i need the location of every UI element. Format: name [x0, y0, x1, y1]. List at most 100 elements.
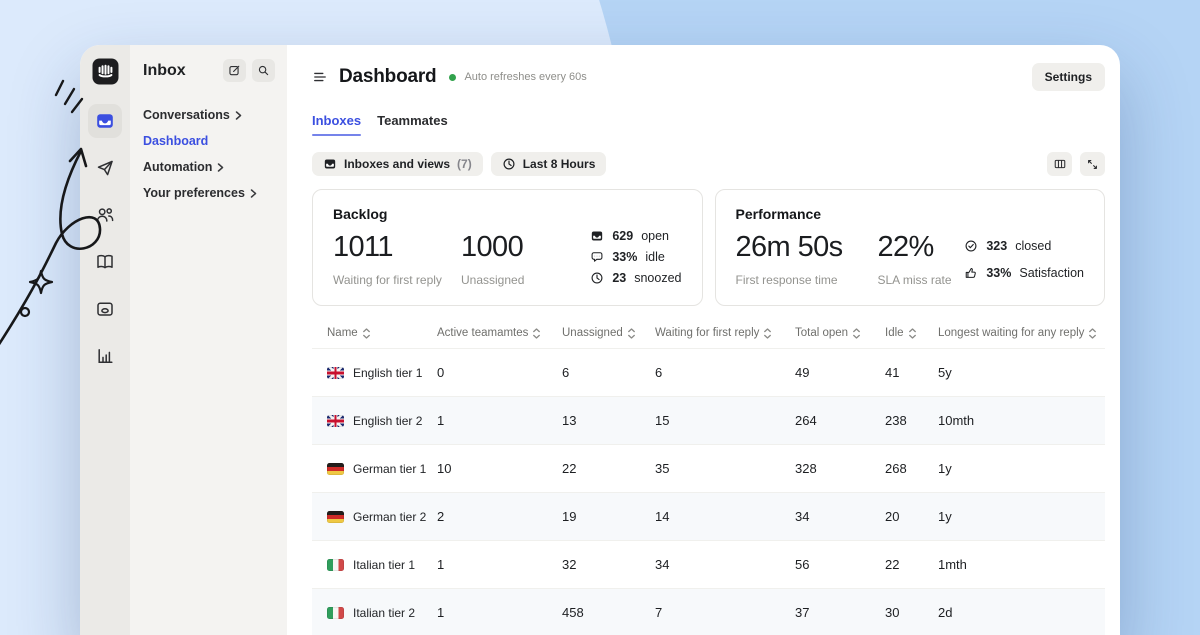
stat-value: 323 — [986, 239, 1007, 253]
cell-unassigned: 22 — [562, 461, 655, 476]
search-icon — [257, 64, 270, 77]
tab-teammates[interactable]: Teammates — [377, 113, 448, 134]
stat-label: SLA miss rate — [878, 273, 952, 287]
paper-plane-icon — [95, 158, 115, 178]
intercom-logo[interactable] — [92, 58, 119, 85]
nav-item-label: Conversations — [143, 108, 230, 122]
flag-icon — [327, 511, 344, 523]
refresh-status: Auto refreshes every 60s — [464, 71, 586, 83]
stat-label: snoozed — [634, 271, 681, 285]
cell-idle: 41 — [885, 365, 938, 380]
cell-unassigned: 458 — [562, 605, 655, 620]
sort-icon — [627, 328, 636, 339]
settings-button[interactable]: Settings — [1032, 63, 1105, 91]
check-circle-icon — [964, 239, 978, 253]
time-range-filter[interactable]: Last 8 Hours — [491, 152, 607, 176]
satisfaction-stat: 33% Satisfaction — [964, 266, 1084, 280]
rail-item-contacts[interactable] — [88, 198, 122, 232]
inbox-name: Italian tier 2 — [353, 606, 415, 620]
clock-icon — [502, 157, 516, 171]
nav-item-automation[interactable]: Automation — [143, 154, 275, 180]
table-row[interactable]: Italian tier 2 1 458 7 37 30 2d — [312, 588, 1105, 635]
open-stat: 629 open — [590, 229, 681, 243]
nav-item-label: Automation — [143, 160, 212, 174]
table-row[interactable]: German tier 1 10 22 35 328 268 1y — [312, 444, 1105, 492]
column-header-longest-waiting[interactable]: Longest waiting for any reply — [938, 327, 1105, 339]
cell-waiting-first-reply: 6 — [655, 365, 795, 380]
column-header-unassigned[interactable]: Unassigned — [562, 327, 655, 339]
filter-row: Inboxes and views (7) Last 8 Hours — [312, 152, 1105, 176]
expand-button[interactable] — [1080, 152, 1105, 176]
cell-waiting-first-reply: 34 — [655, 557, 795, 572]
cell-longest-waiting: 5y — [938, 365, 1105, 380]
stat-value: 23 — [612, 271, 626, 285]
inbox-name: English tier 2 — [353, 414, 422, 428]
closed-stat: 323 closed — [964, 239, 1084, 253]
rail-item-knowledge[interactable] — [88, 245, 122, 279]
table-header: Name Active teamamtes Unassigned Waiting… — [312, 316, 1105, 348]
table-row[interactable]: Italian tier 1 1 32 34 56 22 1mth — [312, 540, 1105, 588]
rail-item-reports[interactable] — [88, 339, 122, 373]
nav-item-your-preferences[interactable]: Your preferences — [143, 180, 275, 206]
sort-icon — [908, 328, 917, 339]
inboxes-and-views-filter[interactable]: Inboxes and views (7) — [312, 152, 483, 176]
cell-idle: 268 — [885, 461, 938, 476]
table-row[interactable]: English tier 1 0 6 6 49 41 5y — [312, 348, 1105, 396]
rail-item-outbound[interactable] — [88, 151, 122, 185]
collapse-sidebar-button[interactable] — [312, 69, 328, 85]
columns-button[interactable] — [1047, 152, 1072, 176]
cell-longest-waiting: 1y — [938, 509, 1105, 524]
columns-icon — [1053, 157, 1067, 171]
menu-icon — [312, 69, 328, 85]
compose-button[interactable] — [223, 59, 246, 82]
stat-value: 33% — [612, 250, 637, 264]
cell-idle: 30 — [885, 605, 938, 620]
column-header-active-teammates[interactable]: Active teamamtes — [437, 327, 562, 339]
cell-waiting-first-reply: 35 — [655, 461, 795, 476]
filter-label: Inboxes and views — [344, 157, 450, 171]
page-title: Dashboard — [339, 66, 436, 88]
dashboard-tabs: Inboxes Teammates — [312, 113, 1105, 134]
table-row[interactable]: English tier 2 1 13 15 264 238 10mth — [312, 396, 1105, 444]
dashboard-main: Dashboard Auto refreshes every 60s Setti… — [287, 45, 1120, 635]
table-row[interactable]: German tier 2 2 19 14 34 20 1y — [312, 492, 1105, 540]
rail-item-inbox[interactable] — [88, 104, 122, 138]
cell-longest-waiting: 10mth — [938, 413, 1105, 428]
cell-active-teammates: 10 — [437, 461, 562, 476]
stat-label: closed — [1015, 239, 1051, 253]
stat-label: idle — [645, 250, 664, 264]
cell-waiting-first-reply: 15 — [655, 413, 795, 428]
column-header-total-open[interactable]: Total open — [795, 327, 885, 339]
nav-item-label: Your preferences — [143, 186, 245, 200]
cell-total-open: 264 — [795, 413, 885, 428]
cell-total-open: 37 — [795, 605, 885, 620]
flag-icon — [327, 463, 344, 475]
clock-icon — [590, 271, 604, 285]
card-title: Backlog — [333, 206, 682, 222]
nav-item-dashboard[interactable]: Dashboard — [143, 128, 275, 154]
column-header-name[interactable]: Name — [327, 327, 437, 339]
column-header-idle[interactable]: Idle — [885, 327, 938, 339]
flag-icon — [327, 607, 344, 619]
cell-active-teammates: 2 — [437, 509, 562, 524]
stat-value: 26m 50s — [736, 231, 878, 264]
stat-label: First response time — [736, 273, 878, 287]
tab-inboxes[interactable]: Inboxes — [312, 113, 361, 134]
tickets-icon — [95, 299, 115, 319]
cell-total-open: 49 — [795, 365, 885, 380]
unassigned-stat: 1000 Unassigned — [461, 231, 524, 287]
first-response-time-stat: 26m 50s First response time — [736, 231, 878, 287]
search-button[interactable] — [252, 59, 275, 82]
nav-item-conversations[interactable]: Conversations — [143, 102, 275, 128]
flag-icon — [327, 415, 344, 427]
rail-item-tickets[interactable] — [88, 292, 122, 326]
cell-longest-waiting: 1y — [938, 461, 1105, 476]
column-header-waiting-first-reply[interactable]: Waiting for first reply — [655, 327, 795, 339]
expand-icon — [1086, 158, 1099, 171]
stat-label: Satisfaction — [1019, 266, 1084, 280]
stat-label: Waiting for first reply — [333, 273, 461, 287]
cell-idle: 20 — [885, 509, 938, 524]
compose-icon — [228, 64, 241, 77]
summary-cards: Backlog 1011 Waiting for first reply 100… — [312, 189, 1105, 306]
cell-active-teammates: 1 — [437, 557, 562, 572]
